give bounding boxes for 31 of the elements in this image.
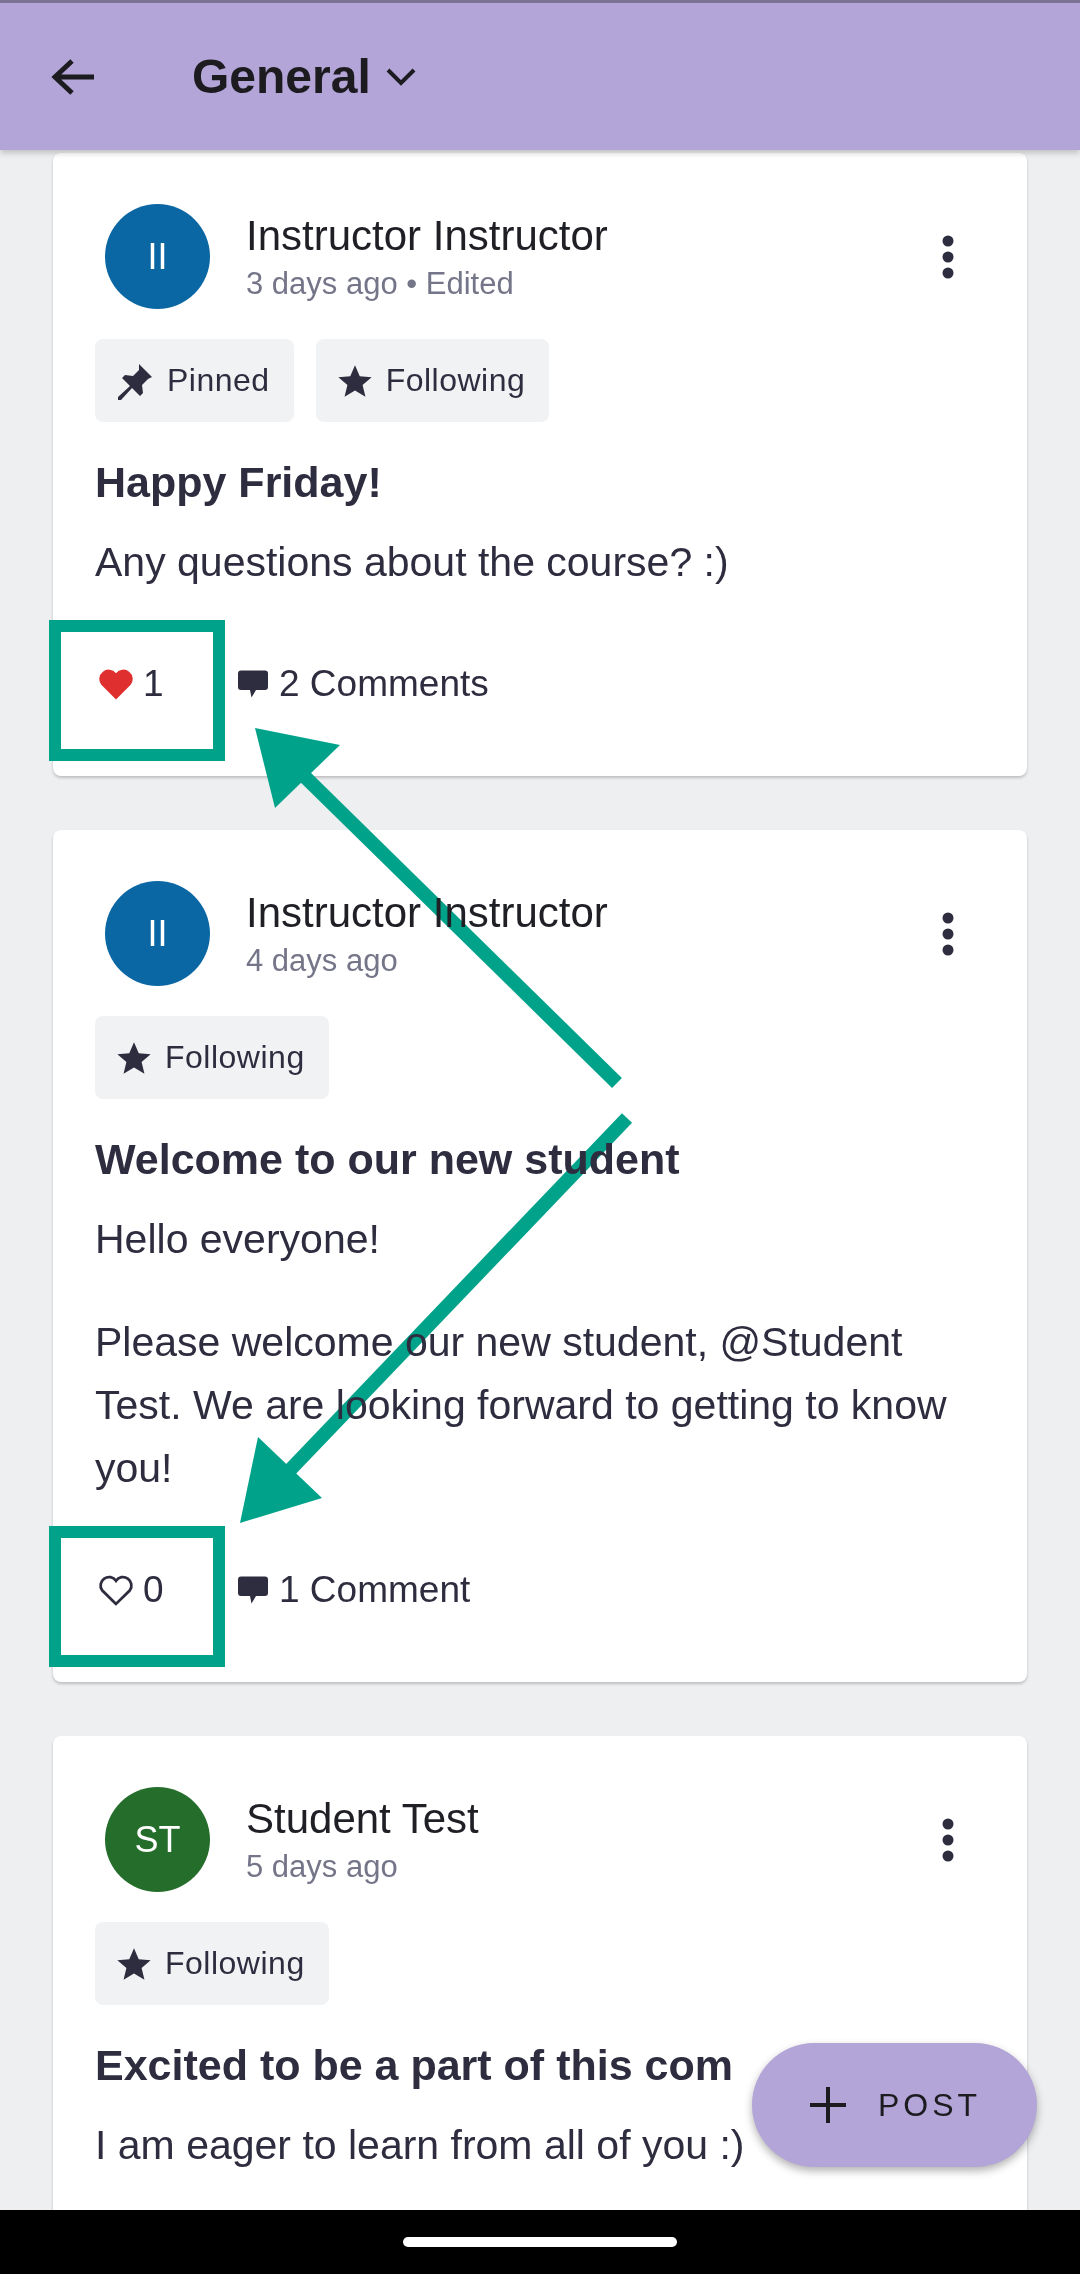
- chevron-down-icon: [384, 66, 417, 87]
- more-vertical-icon: [941, 1817, 955, 1862]
- comments-button[interactable]: 1 Comment: [235, 1569, 471, 1611]
- new-post-button[interactable]: POST: [752, 2043, 1037, 2167]
- tag-label: Following: [385, 362, 526, 399]
- post-title: Happy Friday!: [95, 458, 383, 507]
- like-button[interactable]: 1: [97, 663, 183, 705]
- post-text: I am eager to learn from all of you :): [95, 2121, 745, 2170]
- post-time: 4 days ago: [246, 942, 399, 979]
- home-handle[interactable]: [403, 2237, 677, 2247]
- back-arrow-icon: [50, 56, 96, 97]
- tag-label: Following: [165, 1039, 305, 1076]
- post-text: Any questions about the course? :): [95, 538, 729, 587]
- comments-button[interactable]: 2 Comments: [235, 663, 489, 705]
- more-vertical-icon: [941, 911, 955, 956]
- more-vertical-icon: [941, 234, 955, 279]
- channel-dropdown[interactable]: General: [192, 49, 417, 104]
- avatar: II: [105, 881, 210, 986]
- tag-label: Pinned: [167, 362, 270, 399]
- post-text: Hello everyone!: [95, 1215, 380, 1264]
- back-button[interactable]: [50, 56, 96, 97]
- post-title: Excited to be a part of this com: [95, 2041, 734, 2090]
- avatar: II: [105, 204, 210, 309]
- post-time: 5 days ago: [246, 1848, 399, 1885]
- plus-icon: [807, 2085, 848, 2125]
- tag-label: Following: [165, 1945, 305, 1982]
- author-name: Instructor Instructor: [246, 211, 609, 260]
- author-name: Student Test: [246, 1794, 480, 1843]
- avatar: ST: [105, 1787, 210, 1892]
- like-button[interactable]: 0: [97, 1569, 183, 1611]
- post-time: 3 days ago • Edited: [246, 265, 515, 302]
